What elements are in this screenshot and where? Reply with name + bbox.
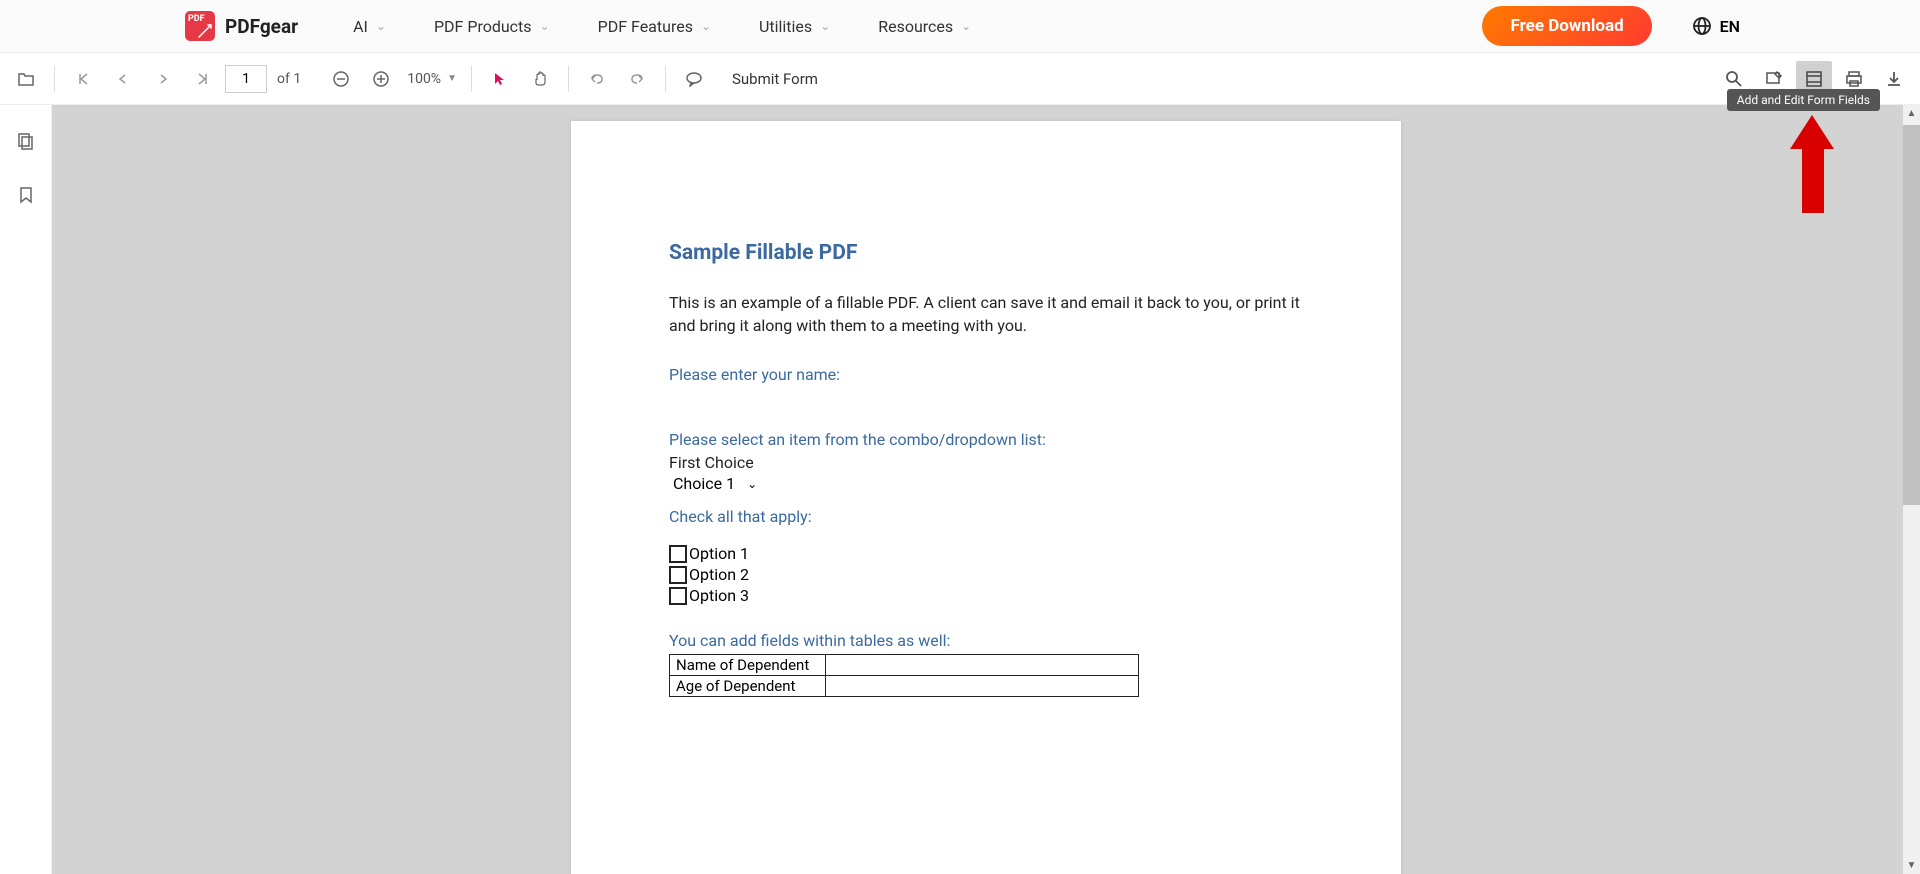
nav-ai[interactable]: AI⌄	[353, 17, 386, 36]
chevron-down-icon: ⌄	[820, 19, 830, 33]
main-area: Sample Fillable PDF This is an example o…	[0, 105, 1920, 874]
dependent-table: Name of Dependent Age of Dependent	[669, 654, 1139, 697]
pdf-toolbar: of 1 100%▼ Submit Form Add and Edit Form…	[0, 53, 1920, 105]
scroll-up-arrow[interactable]: ▲	[1903, 105, 1920, 122]
next-page-button[interactable]	[145, 61, 181, 97]
language-label: EN	[1720, 17, 1740, 36]
chevron-down-icon: ⌄	[701, 19, 711, 33]
open-file-button[interactable]	[8, 61, 44, 97]
hand-tool-button[interactable]	[522, 61, 558, 97]
doc-title: Sample Fillable PDF	[669, 241, 1303, 265]
annotation-arrow	[1790, 115, 1835, 213]
form-fields-tooltip: Add and Edit Form Fields	[1727, 89, 1880, 111]
undo-button[interactable]	[579, 61, 615, 97]
page-total-label: of 1	[277, 71, 301, 87]
checkbox-icon	[669, 587, 687, 605]
chevron-down-icon: ⌄	[961, 19, 971, 33]
table-row: Age of Dependent	[670, 676, 1139, 697]
main-nav: AI⌄ PDF Products⌄ PDF Features⌄ Utilitie…	[353, 17, 1482, 36]
table-row: Name of Dependent	[670, 655, 1139, 676]
zoom-out-button[interactable]	[323, 61, 359, 97]
download-button[interactable]	[1876, 61, 1912, 97]
comment-button[interactable]	[676, 61, 712, 97]
pdf-page: Sample Fillable PDF This is an example o…	[571, 121, 1401, 874]
checkbox-icon	[669, 545, 687, 563]
doc-intro: This is an example of a fillable PDF. A …	[669, 291, 1303, 337]
top-header: PDF PDFgear AI⌄ PDF Products⌄ PDF Featur…	[0, 0, 1920, 53]
prev-page-button[interactable]	[105, 61, 141, 97]
left-sidebar	[0, 105, 52, 874]
check-option-2[interactable]: Option 2	[669, 565, 1303, 584]
bookmarks-button[interactable]	[8, 177, 44, 213]
label-table: You can add fields within tables as well…	[669, 631, 1303, 650]
thumbnails-button[interactable]	[8, 123, 44, 159]
check-option-1[interactable]: Option 1	[669, 544, 1303, 563]
nav-resources[interactable]: Resources⌄	[878, 17, 971, 36]
label-name: Please enter your name:	[669, 365, 1303, 384]
zoom-dropdown[interactable]: 100%▼	[403, 71, 461, 87]
chevron-down-icon: ⌄	[376, 19, 386, 33]
combo-first: First Choice	[669, 453, 1303, 472]
globe-icon	[1692, 16, 1712, 36]
brand-label: PDFgear	[225, 15, 298, 38]
nav-utilities[interactable]: Utilities⌄	[759, 17, 830, 36]
last-page-button[interactable]	[185, 61, 221, 97]
label-combo: Please select an item from the combo/dro…	[669, 430, 1303, 449]
page-number-input[interactable]	[225, 65, 267, 93]
redo-button[interactable]	[619, 61, 655, 97]
nav-pdf-features[interactable]: PDF Features⌄	[598, 17, 711, 36]
pdfgear-logo: PDF	[185, 11, 215, 41]
zoom-in-button[interactable]	[363, 61, 399, 97]
vertical-scrollbar[interactable]: ▲ ▼	[1903, 105, 1920, 874]
submit-form-link[interactable]: Submit Form	[732, 70, 818, 88]
chevron-down-icon: ⌄	[540, 19, 550, 33]
logo-area[interactable]: PDF PDFgear	[185, 11, 298, 41]
select-tool-button[interactable]	[482, 61, 518, 97]
check-option-3[interactable]: Option 3	[669, 586, 1303, 605]
free-download-button[interactable]: Free Download	[1482, 6, 1651, 46]
language-selector[interactable]: EN	[1692, 16, 1740, 36]
checkbox-icon	[669, 566, 687, 584]
first-page-button[interactable]	[65, 61, 101, 97]
label-check: Check all that apply:	[669, 507, 1303, 526]
combo-dropdown[interactable]: Choice 1⌄	[669, 474, 1303, 493]
nav-pdf-products[interactable]: PDF Products⌄	[434, 17, 550, 36]
document-viewport[interactable]: Sample Fillable PDF This is an example o…	[52, 105, 1920, 874]
scroll-down-arrow[interactable]: ▼	[1903, 857, 1920, 874]
scroll-thumb[interactable]	[1903, 125, 1920, 505]
